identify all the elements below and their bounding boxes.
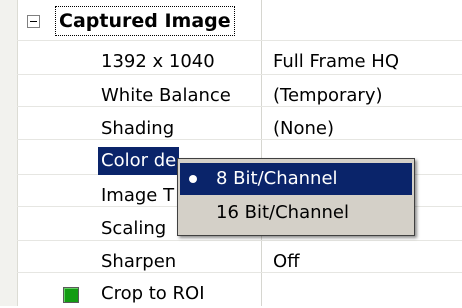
property-name-selected: Color de [98,147,180,175]
row-divider [17,40,462,41]
property-name: 1392 x 1040 [101,51,215,72]
row-divider [17,106,462,107]
grid-margin [0,0,18,306]
property-value[interactable]: (Temporary) [273,82,383,110]
dropdown-option-label: 16 Bit/Channel [216,202,349,223]
row-divider [17,240,462,241]
row-divider [17,272,462,273]
property-value[interactable]: Full Frame HQ [273,48,399,76]
property-value[interactable]: Off [273,248,300,276]
crop-color-swatch[interactable] [63,287,79,303]
property-name: Shading [101,118,175,139]
property-value[interactable]: (None) [273,115,334,143]
radio-bullet-icon [189,175,197,183]
property-name: White Balance [101,85,231,106]
minus-box-icon[interactable] [27,15,40,28]
dropdown-option-16-bit[interactable]: 16 Bit/Channel [180,197,412,229]
column-divider[interactable] [261,0,262,306]
property-name: Crop to ROI [101,283,205,304]
property-name: Scaling [101,218,167,239]
row-divider [17,139,462,140]
dropdown-option-8-bit[interactable]: 8 Bit/Channel [180,163,412,195]
color-depth-dropdown[interactable]: 8 Bit/Channel 16 Bit/Channel [177,158,415,236]
dropdown-option-label: 8 Bit/Channel [216,168,338,189]
group-title-captured-image[interactable]: Captured Image [55,6,235,36]
property-name: Sharpen [101,251,177,272]
property-name: Image T [101,185,175,206]
